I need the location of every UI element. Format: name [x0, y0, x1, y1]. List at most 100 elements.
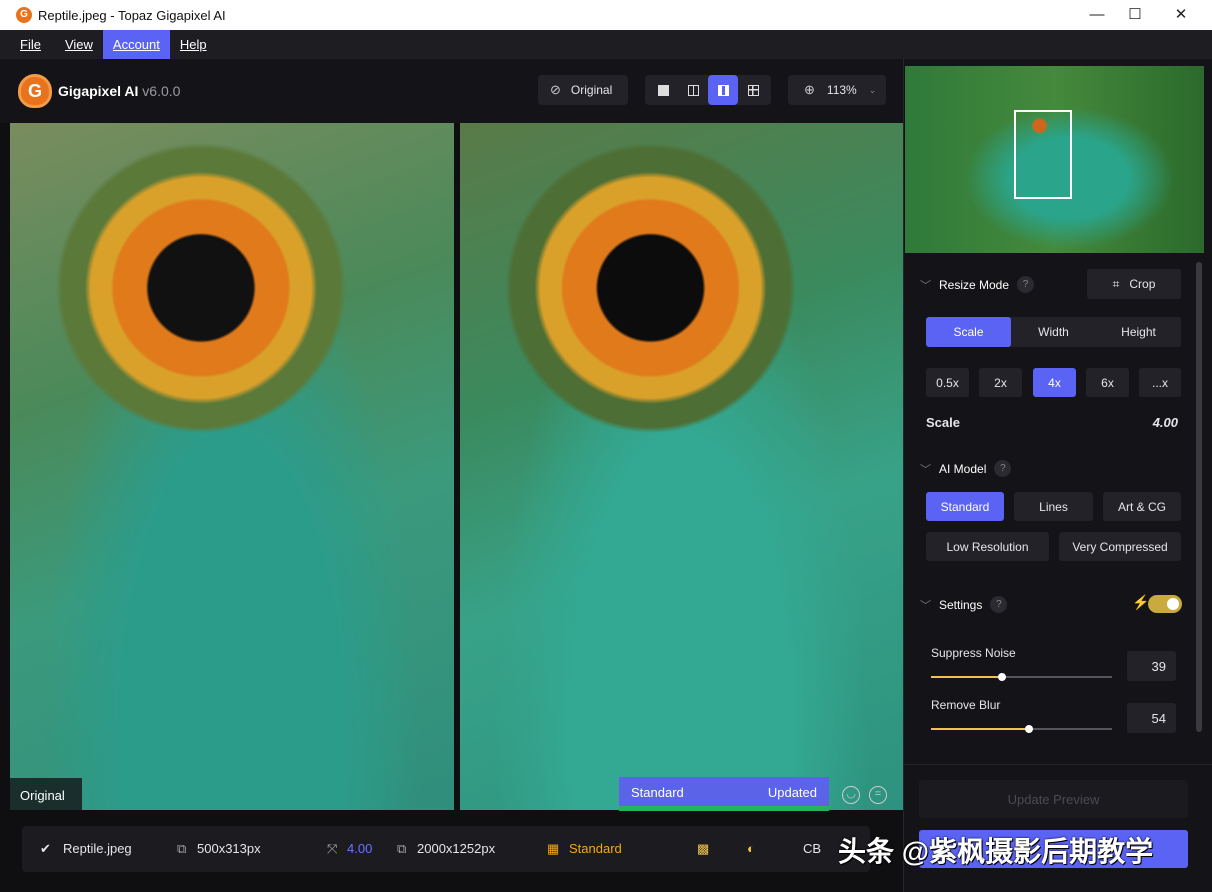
update-preview-button[interactable]: Update Preview — [919, 780, 1188, 818]
suppress-noise-input[interactable]: 39 — [1127, 651, 1176, 681]
check-icon: ✔ — [40, 841, 51, 856]
tab-height[interactable]: Height — [1096, 317, 1181, 347]
menu-help[interactable]: Help — [170, 30, 217, 59]
split-view-icon — [687, 84, 699, 96]
menu-bar: File View Account Help — [0, 30, 1212, 59]
preset-4x[interactable]: 4x — [1033, 368, 1076, 397]
preset-2x[interactable]: 2x — [979, 368, 1022, 397]
grid-view-icon — [747, 84, 759, 96]
preset-custom[interactable]: ...x — [1139, 368, 1181, 397]
menu-view[interactable]: View — [51, 30, 103, 59]
original-image-preview[interactable] — [10, 123, 454, 810]
chevron-down-icon: ⌄ — [868, 84, 877, 95]
view-grid-button[interactable] — [738, 75, 768, 105]
remove-blur-input[interactable]: 54 — [1127, 703, 1176, 733]
tab-width[interactable]: Width — [1011, 317, 1096, 347]
crop-icon: ⌗ — [1112, 276, 1120, 291]
smile-feedback-icon[interactable]: ◡ — [842, 786, 860, 804]
preset-0-5x[interactable]: 0.5x — [926, 368, 969, 397]
model-name: Standard — [569, 841, 622, 856]
divider — [904, 764, 1212, 765]
blur-icon: ◐ — [747, 841, 755, 856]
original-label: Original — [570, 83, 613, 97]
preview-model-label: Standard — [631, 785, 684, 800]
single-view-icon — [657, 84, 669, 96]
remove-blur-slider[interactable] — [931, 725, 1112, 733]
original-toggle-button[interactable]: ⊘ Original — [538, 75, 628, 105]
view-single-button[interactable] — [648, 75, 678, 105]
settings-header[interactable]: ﹀ Settings ? — [920, 596, 1008, 613]
toggle-knob — [1167, 598, 1179, 610]
chevron-down-icon: ﹀ — [920, 599, 931, 612]
enhanced-image-preview[interactable] — [460, 123, 903, 810]
preview-status: Updated — [767, 785, 817, 800]
settings-title: Settings — [939, 597, 983, 612]
chevron-down-icon: ﹀ — [920, 279, 931, 292]
ai-model-title: AI Model — [939, 461, 987, 476]
ai-model-header[interactable]: ﹀ AI Model ? — [920, 460, 1012, 477]
resize-mode-title: Resize Mode — [939, 277, 1010, 292]
suppress-noise-slider[interactable] — [931, 673, 1112, 681]
app-name: Gigapixel AI v6.0.0 — [58, 83, 180, 99]
remove-blur-knob[interactable] — [1024, 725, 1033, 733]
suppress-noise-label: Suppress Noise — [931, 646, 1016, 660]
app-version: v6.0.0 — [142, 83, 181, 99]
auto-settings-toggle[interactable] — [1148, 595, 1182, 613]
scale-input[interactable]: 4.00 — [1130, 415, 1178, 430]
maximize-button[interactable]: ☐ — [1112, 0, 1158, 30]
model-icon: ▦ — [547, 841, 560, 856]
help-icon[interactable]: ? — [990, 596, 1008, 613]
neutral-feedback-icon[interactable]: = — [869, 786, 887, 804]
cb-label: CB — [803, 841, 822, 856]
model-lines[interactable]: Lines — [1014, 492, 1093, 521]
crop-button[interactable]: ⌗ Crop — [1087, 269, 1181, 299]
window-title: Reptile.jpeg - Topaz Gigapixel AI — [38, 7, 226, 23]
suppress-noise-knob[interactable] — [997, 673, 1006, 681]
zoom-value: 113% — [826, 83, 857, 97]
model-art-cg[interactable]: Art & CG — [1103, 492, 1181, 521]
scale-icon: ⤧ — [327, 841, 338, 856]
model-standard[interactable]: Standard — [926, 492, 1004, 521]
zoom-dropdown[interactable]: ⊕ 113% ⌄ — [788, 75, 886, 105]
chevron-down-icon: ﹀ — [920, 463, 931, 476]
input-size-icon: ⧉ — [177, 841, 187, 856]
original-label-overlay: Original — [10, 778, 82, 810]
view-split-button[interactable] — [678, 75, 708, 105]
view-side-by-side-button[interactable] — [708, 75, 738, 105]
preset-6x[interactable]: 6x — [1086, 368, 1129, 397]
resize-tab-group: Scale Width Height — [926, 317, 1181, 347]
panel-scrollbar[interactable] — [1196, 262, 1202, 732]
menu-account[interactable]: Account — [102, 30, 170, 59]
help-icon[interactable]: ? — [1017, 276, 1035, 293]
help-icon[interactable]: ? — [994, 460, 1012, 477]
suppress-noise-fill — [931, 676, 1002, 678]
preview-status-bar: Standard Updated — [619, 777, 829, 811]
model-low-resolution[interactable]: Low Resolution — [926, 532, 1049, 561]
watermark: 头条 @紫枫摄影后期教学 — [838, 836, 1154, 867]
side-by-side-icon — [717, 84, 729, 96]
output-size: 2000x1252px — [417, 841, 496, 856]
app-name-text: Gigapixel AI — [58, 83, 139, 99]
menu-file[interactable]: File — [0, 30, 51, 59]
input-size: 500x313px — [197, 841, 261, 856]
view-mode-group — [645, 75, 771, 105]
output-size-icon: ⧉ — [397, 841, 407, 856]
lightning-icon: ⚡ — [1132, 594, 1150, 610]
eye-off-icon: ⊘ — [550, 82, 561, 97]
tab-scale[interactable]: Scale — [926, 317, 1011, 347]
remove-blur-fill — [931, 728, 1029, 730]
model-very-compressed[interactable]: Very Compressed — [1059, 532, 1181, 561]
status-bar: ✔ Reptile.jpeg ⧉ 500x313px ⤧ 4.00 ⧉ 2000… — [22, 826, 870, 872]
noise-icon: ▩ — [697, 841, 710, 856]
scale-label: Scale — [926, 415, 960, 430]
title-bar: G Reptile.jpeg - Topaz Gigapixel AI — ☐ … — [0, 0, 1212, 30]
zoom-in-icon: ⊕ — [804, 82, 815, 97]
filename: Reptile.jpeg — [63, 841, 132, 856]
gigapixel-logo: G — [18, 74, 52, 108]
scale-value: 4.00 — [347, 841, 373, 856]
resize-mode-header[interactable]: ﹀ Resize Mode ? — [920, 276, 1035, 293]
crop-label: Crop — [1129, 277, 1156, 291]
navigator-viewport[interactable] — [1014, 110, 1072, 199]
close-button[interactable]: ✕ — [1158, 0, 1204, 30]
app-icon: G — [16, 7, 32, 23]
